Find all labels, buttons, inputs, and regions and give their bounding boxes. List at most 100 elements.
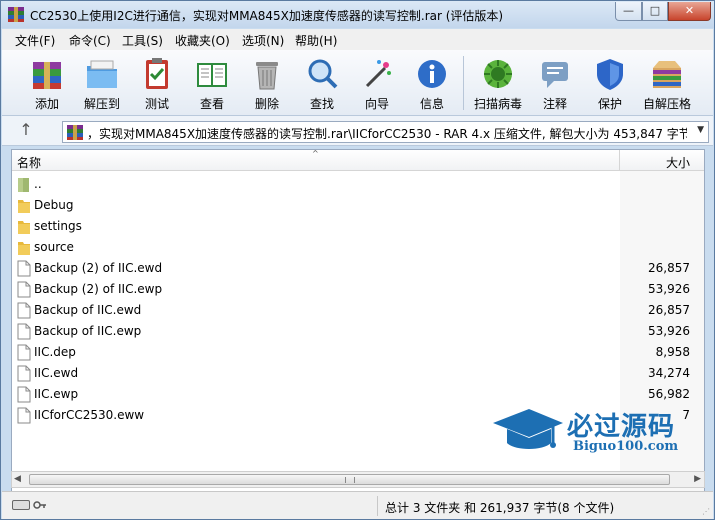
file-icon xyxy=(17,407,31,424)
close-button[interactable]: ✕ xyxy=(668,2,711,21)
column-name[interactable]: 名称 xyxy=(17,154,41,171)
file-size: 26,857 xyxy=(648,261,690,275)
status-text: 总计 3 文件夹 和 261,937 字节(8 个文件) xyxy=(385,501,615,515)
find-button[interactable]: 查找 xyxy=(295,52,349,114)
column-size[interactable]: 大小 xyxy=(666,154,690,171)
file-name: source xyxy=(34,240,74,254)
column-divider[interactable] xyxy=(619,150,620,171)
file-size: 53,926 xyxy=(648,282,690,296)
file-name: IIC.dep xyxy=(34,345,76,359)
list-item[interactable]: IIC.ewd 34,274 xyxy=(12,363,704,384)
drive-icon[interactable] xyxy=(12,500,30,510)
key-icon[interactable] xyxy=(33,499,47,511)
view-label: 查看 xyxy=(199,97,224,111)
list-item-parent[interactable]: .. xyxy=(12,174,704,195)
extract-to-label: 解压到 xyxy=(83,97,120,111)
file-name: Backup (2) of IIC.ewd xyxy=(34,261,163,275)
file-name: Backup (2) of IIC.ewp xyxy=(34,282,163,296)
comment-button[interactable]: 注释 xyxy=(528,52,582,114)
extract-folder-icon xyxy=(87,60,117,88)
menu-bar: 文件(F) 命令(C) 工具(S) 收藏夹(O) 选项(N) 帮助(H) xyxy=(2,29,713,50)
file-icon xyxy=(17,386,31,403)
protect-label: 保护 xyxy=(597,97,622,111)
watermark-cn: 必过源码 xyxy=(567,412,676,442)
file-icon xyxy=(17,323,31,340)
title-bar[interactable]: CC2530上使用I2C进行通信，实现对MMA845X加速度传感器的读写控制.r… xyxy=(1,1,714,28)
test-clipboard-icon xyxy=(146,58,168,89)
test-label: 测试 xyxy=(144,97,169,111)
info-icon xyxy=(418,60,446,88)
list-item[interactable]: Backup (2) of IIC.ewd 26,857 xyxy=(12,258,704,279)
magnifier-icon xyxy=(308,59,338,89)
window-title: CC2530上使用I2C进行通信，实现对MMA845X加速度传感器的读写控制.r… xyxy=(30,9,504,23)
status-divider xyxy=(377,496,378,516)
wizard-wand-icon xyxy=(365,60,391,88)
status-bar: 总计 3 文件夹 和 261,937 字节(8 个文件) ⋰ xyxy=(2,491,713,519)
trash-icon xyxy=(256,62,278,90)
file-name: Backup of IIC.ewd xyxy=(34,303,142,317)
add-archive-icon xyxy=(33,62,61,89)
menu-help[interactable]: 帮助(H) xyxy=(295,32,337,49)
resize-grip-icon[interactable]: ⋰ xyxy=(702,507,710,516)
delete-label: 删除 xyxy=(254,97,279,111)
address-dropdown[interactable]: ▼ xyxy=(697,125,704,135)
app-window: CC2530上使用I2C进行通信，实现对MMA845X加速度传感器的读写控制.r… xyxy=(0,0,715,520)
list-item[interactable]: Backup of IIC.ewd 26,857 xyxy=(12,300,704,321)
file-name: Backup of IIC.ewp xyxy=(34,324,142,338)
up-folder-button[interactable]: ↑ xyxy=(14,120,38,142)
menu-options[interactable]: 选项(N) xyxy=(242,32,284,49)
folder-icon xyxy=(18,242,30,255)
file-size: 56,982 xyxy=(648,387,690,401)
add-label: 添加 xyxy=(34,97,59,111)
file-size: 26,857 xyxy=(648,303,690,317)
file-size: 34,274 xyxy=(648,366,690,380)
file-icon xyxy=(17,302,31,319)
sfx-box-icon xyxy=(653,61,681,88)
delete-button[interactable]: 删除 xyxy=(240,52,294,114)
maximize-button[interactable]: □ xyxy=(642,2,668,21)
winrar-app-icon xyxy=(8,7,24,22)
scan-virus-button[interactable]: 扫描病毒 xyxy=(471,52,525,114)
list-item[interactable]: source xyxy=(12,237,704,258)
sort-arrow-icon: ^ xyxy=(312,149,319,158)
menu-command[interactable]: 命令(C) xyxy=(69,32,111,49)
info-button[interactable]: 信息 xyxy=(405,52,459,114)
sfx-label: 自解压格 xyxy=(642,97,691,111)
address-path: ，实现对MMA845X加速度传感器的读写控制.rar\IICforCC2530 … xyxy=(87,127,687,141)
scroll-left-button[interactable]: ◀ xyxy=(14,474,21,484)
scroll-thumb[interactable] xyxy=(29,474,670,485)
address-field[interactable]: ，实现对MMA845X加速度传感器的读写控制.rar\IICforCC2530 … xyxy=(62,121,709,143)
protect-button[interactable]: 保护 xyxy=(583,52,637,114)
list-item[interactable]: settings xyxy=(12,216,704,237)
menu-tools[interactable]: 工具(S) xyxy=(122,32,163,49)
scroll-right-button[interactable]: ▶ xyxy=(694,474,701,484)
horizontal-scrollbar[interactable]: ◀ ▶ xyxy=(11,471,705,488)
parent-folder-icon xyxy=(18,178,29,192)
wizard-button[interactable]: 向导 xyxy=(350,52,404,114)
list-item[interactable]: Debug xyxy=(12,195,704,216)
address-bar: ↑ ，实现对MMA845X加速度传感器的读写控制.rar\IICforCC253… xyxy=(2,116,713,146)
watermark-en: Biguo100.com xyxy=(573,439,679,454)
test-button[interactable]: 测试 xyxy=(130,52,184,114)
comment-icon xyxy=(542,62,568,88)
file-icon xyxy=(17,260,31,277)
view-button[interactable]: 查看 xyxy=(185,52,239,114)
add-button[interactable]: 添加 xyxy=(20,52,74,114)
menu-file[interactable]: 文件(F) xyxy=(15,32,55,49)
virus-scan-icon xyxy=(484,60,512,88)
scroll-grip xyxy=(345,477,355,483)
minimize-button[interactable]: — xyxy=(615,2,642,21)
file-size: 8,958 xyxy=(655,345,690,359)
list-item[interactable]: Backup of IIC.ewp 53,926 xyxy=(12,321,704,342)
list-item[interactable]: Backup (2) of IIC.ewp 53,926 xyxy=(12,279,704,300)
list-item[interactable]: IIC.ewp 56,982 xyxy=(12,384,704,405)
comment-label: 注释 xyxy=(542,97,567,111)
list-item[interactable]: IIC.dep 8,958 xyxy=(12,342,704,363)
file-name: IIC.ewp xyxy=(34,387,79,401)
menu-favorites[interactable]: 收藏夹(O) xyxy=(175,32,230,49)
extract-to-button[interactable]: 解压到 xyxy=(75,52,129,114)
folder-icon xyxy=(18,221,30,234)
find-label: 查找 xyxy=(309,97,334,111)
file-name: Debug xyxy=(34,198,74,212)
sfx-button[interactable]: 自解压格 xyxy=(640,52,694,114)
